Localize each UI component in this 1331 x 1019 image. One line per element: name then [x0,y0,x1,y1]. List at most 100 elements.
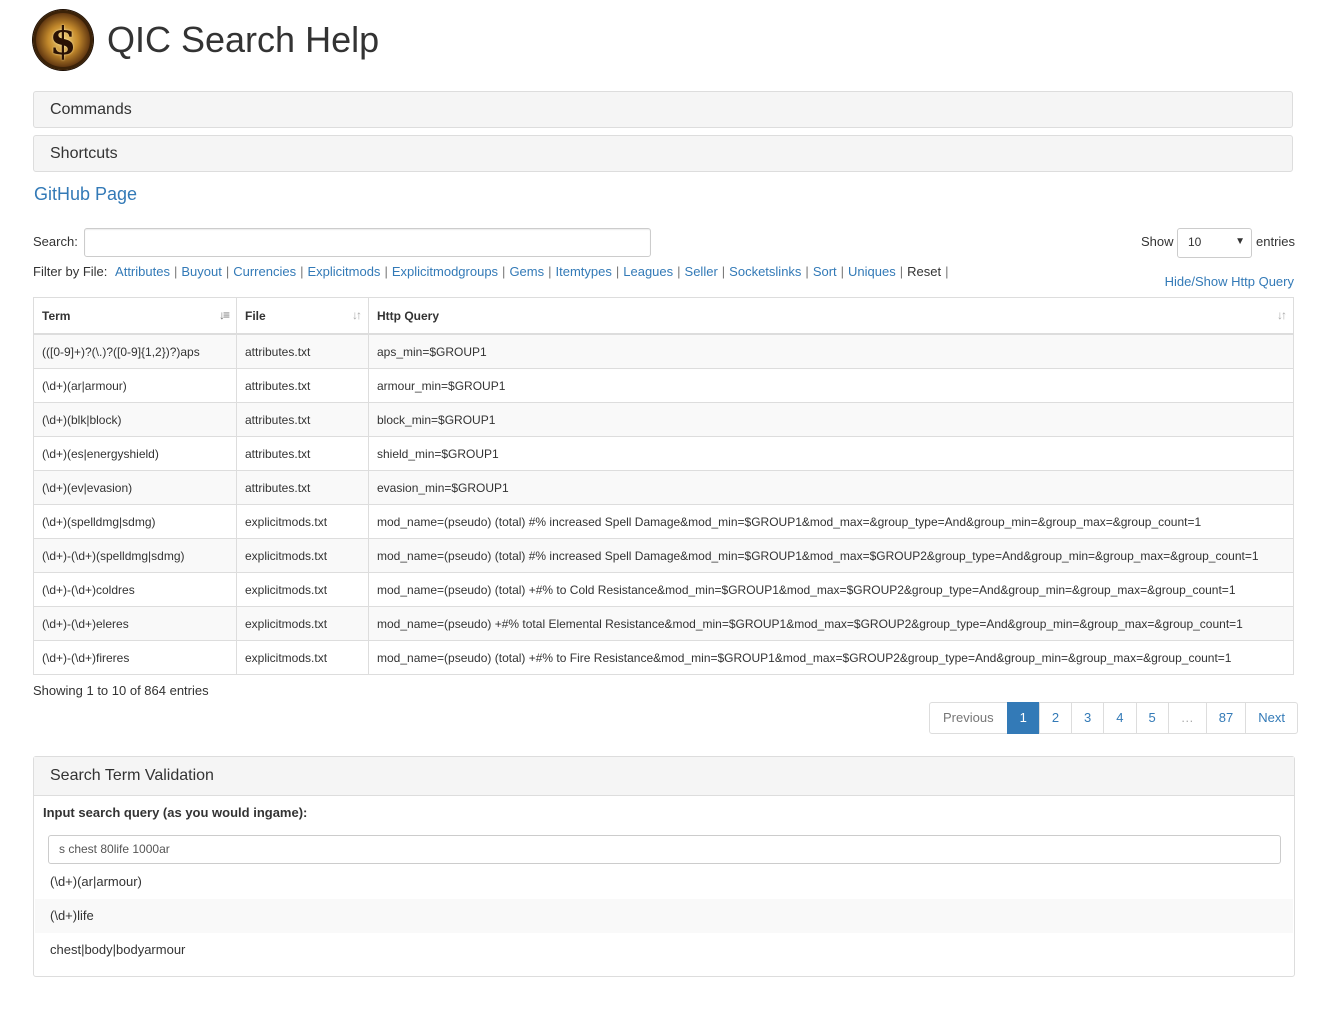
filter-separator: | [548,264,552,279]
table-row: (\d+)-(\d+)fireres explicitmods.txt mod_na… [33,640,1294,675]
http-query-cell: mod_name=(pseudo) (total) +#% to Cold Re… [368,572,1294,607]
filter-label: Filter by File: [33,264,108,279]
term-cell: (\d+)-(\d+)(spelldmg|sdmg) [33,538,237,573]
filter-separator: | [173,264,178,279]
http-query-cell: evasion_min=$GROUP1 [368,470,1294,505]
entries-per-page-select[interactable]: 10 ▼ [1177,228,1252,258]
validation-query-input[interactable]: s chest 80life 1000ar [48,835,1281,864]
term-cell: (\d+)(spelldmg|sdmg) [33,504,237,539]
file-cell: explicitmods.txt [236,606,369,641]
column-header-label: Term [42,308,71,323]
entries-label: entries [1256,234,1296,249]
http-query-cell: mod_name=(pseudo) +#% total Elemental Re… [368,606,1294,641]
page-button-3[interactable]: 3 [1071,702,1105,734]
http-query-cell: block_min=$GROUP1 [368,402,1294,437]
file-cell: explicitmods.txt [236,640,369,675]
search-term-validation-panel: Search Term Validation Input search quer… [33,756,1295,977]
page-title: QIC Search Help [107,19,380,60]
commands-panel-toggle[interactable]: Commands [33,91,1293,128]
term-cell: (\d+)-(\d+)fireres [33,640,237,675]
previous-button[interactable]: Previous [929,702,1008,734]
http-query-cell: mod_name=(pseudo) (total) #% increased S… [368,504,1294,539]
filter-separator: | [384,264,388,279]
validation-input-label: Input search query (as you would ingame)… [43,805,308,820]
table-row: (\d+)-(\d+)coldres explicitmods.txt mod_na… [33,572,1294,607]
filter-link-socketslinks[interactable]: Socketslinks [729,264,801,279]
pagination: Previous 1 2 3 4 5… 87 Next [929,702,1298,734]
filter-separator: | [677,264,681,279]
table-header-row: Term ↓≡ File ↓↑ Http Query ↓↑ [33,297,1294,335]
page-header: $ QIC Search Help [33,10,379,70]
sort-icon: ↓↑ [1277,308,1287,322]
table-row: (([0-9]+)?(\.)?([0-9]{1,2})?)aps attribut… [33,333,1294,369]
filter-link-itemtypes[interactable]: Itemtypes [556,264,612,279]
page-button-1[interactable]: 1 [1006,702,1040,734]
filter-link-uniques[interactable]: Uniques [848,264,896,279]
filter-separator: | [945,264,949,279]
filter-separator: | [899,264,904,279]
file-cell: explicitmods.txt [236,538,369,573]
table-row: (\d+)-(\d+)(spelldmg|sdmg) explicitmods.t… [33,538,1294,573]
filter-link-gems[interactable]: Gems [509,264,544,279]
search-label: Search: [33,234,78,249]
filter-separator: | [721,264,726,279]
show-label: Show [1141,234,1174,249]
file-cell: attributes.txt [236,470,369,505]
file-cell: explicitmods.txt [236,572,369,607]
sort-icon: ↓↑ [352,308,362,322]
entries-per-page-value: 10 [1188,235,1202,249]
file-cell: attributes.txt [236,402,369,437]
validation-result-item: (\d+)(ar|armour) [50,874,142,889]
table-info: Showing 1 to 10 of 864 entries [33,683,209,698]
page-ellipsis: … [1167,702,1207,734]
filter-separator: | [225,264,230,279]
table-row: (\d+)(es|energyshield) attributes.txt shie… [33,436,1294,471]
file-cell: attributes.txt [236,436,369,471]
page-button-5[interactable]: 5 [1135,702,1169,734]
terms-table: Term ↓≡ File ↓↑ Http Query ↓↑ (([0-9]+)?… [33,297,1294,675]
term-cell: (\d+)(ev|evasion) [33,470,237,505]
file-cell: attributes.txt [236,333,369,369]
sort-ascending-icon: ↓≡ [218,308,230,322]
term-cell: (\d+)(ar|armour) [33,368,237,403]
http-query-cell: mod_name=(pseudo) (total) +#% to Fire Re… [368,640,1294,675]
filter-separator: | [840,264,845,279]
file-filter-bar: Filter by File: Attributes | Buyout | Curren… [33,264,953,279]
file-cell: explicitmods.txt [236,504,369,539]
table-row: (\d+)(blk|block) attributes.txt block_min=… [33,402,1294,437]
column-header-term[interactable]: Term ↓≡ [33,297,237,335]
term-cell: (\d+)-(\d+)coldres [33,572,237,607]
table-row: (\d+)(ev|evasion) attributes.txt evasion_m… [33,470,1294,505]
column-header-file[interactable]: File ↓↑ [236,297,369,335]
filter-separator: | [805,264,809,279]
term-cell: (\d+)-(\d+)eleres [33,606,237,641]
term-cell: (([0-9]+)?(\.)?([0-9]{1,2})?)aps [33,333,237,369]
page-button-4[interactable]: 4 [1103,702,1137,734]
page-button-2[interactable]: 2 [1038,702,1073,734]
hide-show-http-query-link[interactable]: Hide/Show Http Query [1165,274,1294,289]
github-page-link[interactable]: GitHub Page [34,184,137,205]
filter-link-attributes[interactable]: Attributes [115,264,170,279]
column-header-http-query[interactable]: Http Query ↓↑ [368,297,1294,335]
shortcuts-panel-toggle[interactable]: Shortcuts [33,135,1293,172]
filter-link-explicitmodgroups[interactable]: Explicitmodgroups [392,264,498,279]
logo-coin-icon: $ [33,10,93,70]
filter-link-buyout[interactable]: Buyout [181,264,221,279]
http-query-cell: armour_min=$GROUP1 [368,368,1294,403]
filter-reset-link[interactable]: Reset [907,264,941,279]
search-input[interactable] [84,228,651,257]
filter-separator: | [615,264,620,279]
filter-separator: | [300,264,304,279]
filter-link-leagues[interactable]: Leagues [623,264,673,279]
next-button[interactable]: Next [1245,702,1298,734]
http-query-cell: aps_min=$GROUP1 [368,333,1294,369]
filter-link-seller[interactable]: Seller [685,264,718,279]
filter-link-sort[interactable]: Sort [813,264,837,279]
file-cell: attributes.txt [236,368,369,403]
column-header-label: Http Query [377,308,440,323]
page-button-87[interactable]: 87 [1205,702,1247,734]
filter-link-currencies[interactable]: Currencies [233,264,296,279]
table-row: (\d+)-(\d+)eleres explicitmods.txt mod_nam… [33,606,1294,641]
filter-link-explicitmods[interactable]: Explicitmods [307,264,380,279]
validation-panel-title: Search Term Validation [34,757,1294,796]
